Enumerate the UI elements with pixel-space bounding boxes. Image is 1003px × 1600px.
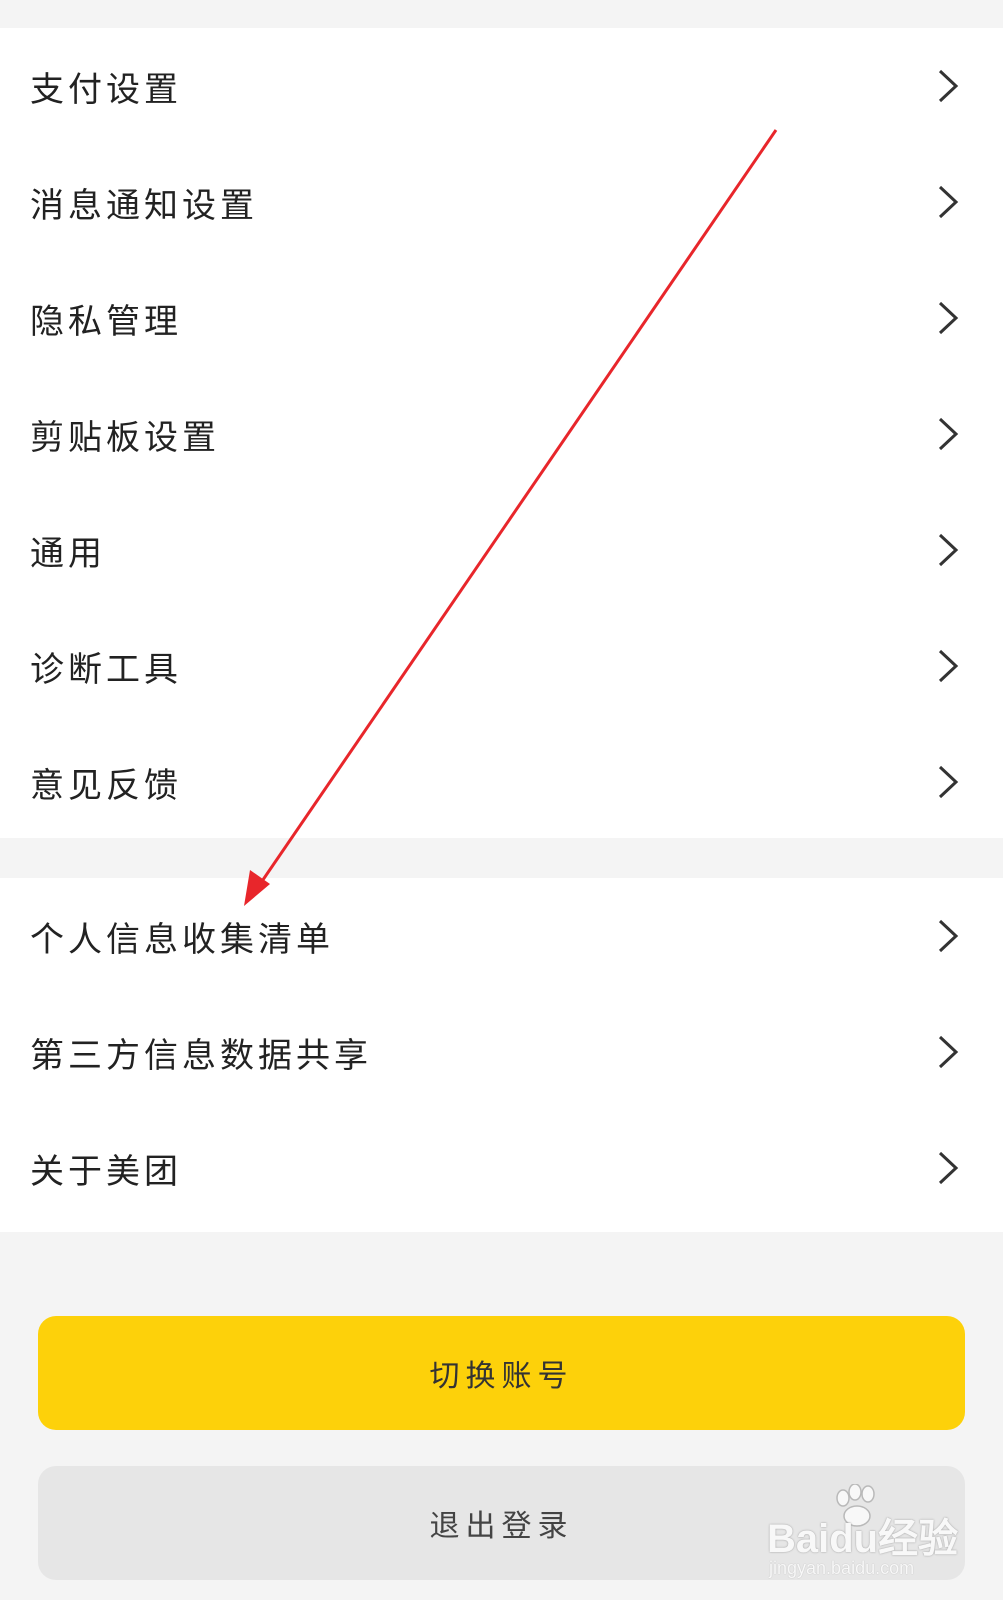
switch-account-button[interactable]: 切换账号 <box>38 1316 965 1430</box>
chevron-right-icon <box>937 918 959 954</box>
logout-button[interactable]: 退出登录 <box>38 1466 965 1580</box>
row-label: 个人信息收集清单 <box>30 919 334 960</box>
row-label: 第三方信息数据共享 <box>30 1035 372 1076</box>
settings-row-feedback[interactable]: 意见反馈 <box>0 724 1003 840</box>
settings-row-general[interactable]: 通用 <box>0 492 1003 608</box>
settings-row-clipboard[interactable]: 剪贴板设置 <box>0 376 1003 492</box>
row-label: 剪贴板设置 <box>30 417 220 458</box>
chevron-right-icon <box>937 416 959 452</box>
chevron-right-icon <box>937 532 959 568</box>
chevron-right-icon <box>937 184 959 220</box>
chevron-right-icon <box>937 764 959 800</box>
row-label: 通用 <box>30 533 106 574</box>
settings-row-personal-info-list[interactable]: 个人信息收集清单 <box>0 878 1003 994</box>
chevron-right-icon <box>937 1034 959 1070</box>
row-label: 意见反馈 <box>30 765 182 806</box>
settings-group-general: 支付设置 消息通知设置 隐私管理 剪贴板设置 通用 诊断工具 意见反馈 <box>0 28 1003 838</box>
chevron-right-icon <box>937 300 959 336</box>
chevron-right-icon <box>937 68 959 104</box>
settings-row-third-party-sharing[interactable]: 第三方信息数据共享 <box>0 994 1003 1110</box>
row-label: 支付设置 <box>30 69 182 110</box>
settings-row-about[interactable]: 关于美团 <box>0 1110 1003 1226</box>
settings-row-payment[interactable]: 支付设置 <box>0 28 1003 144</box>
chevron-right-icon <box>937 648 959 684</box>
chevron-right-icon <box>937 1150 959 1186</box>
row-label: 隐私管理 <box>30 301 182 342</box>
settings-group-about: 个人信息收集清单 第三方信息数据共享 关于美团 <box>0 878 1003 1232</box>
row-label: 关于美团 <box>30 1151 182 1192</box>
settings-row-privacy[interactable]: 隐私管理 <box>0 260 1003 376</box>
settings-row-diagnostics[interactable]: 诊断工具 <box>0 608 1003 724</box>
row-label: 消息通知设置 <box>30 185 258 226</box>
row-label: 诊断工具 <box>30 649 182 690</box>
settings-row-notifications[interactable]: 消息通知设置 <box>0 144 1003 260</box>
